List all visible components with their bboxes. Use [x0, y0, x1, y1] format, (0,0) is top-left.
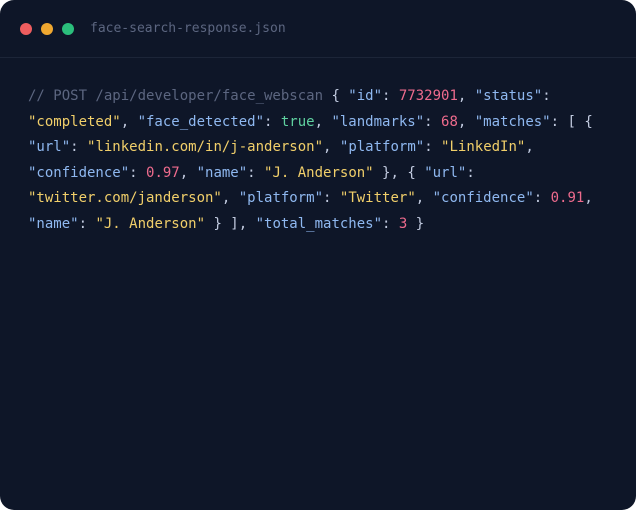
code-token-number: 68 — [441, 113, 458, 130]
code-token-string: "completed" — [28, 113, 121, 130]
code-token-string: "LinkedIn" — [441, 139, 526, 155]
code-token-key: "platform" — [339, 139, 425, 155]
code-token-punctuation: , — [415, 190, 433, 206]
code-token-key: "landmarks" — [331, 113, 425, 130]
code-token-key: "id" — [348, 88, 383, 104]
code-token-punctuation: , — [457, 88, 475, 104]
code-token-comment: // POST /api/developer/face_webscan — [28, 88, 332, 104]
code-token-key: "matches" — [474, 113, 551, 130]
code-token-string: "linkedin.com/in/j-anderson" — [87, 139, 324, 155]
code-token-key: "status" — [474, 88, 543, 104]
code-token-punctuation: : — [70, 139, 88, 155]
code-token-punctuation: } — [407, 215, 425, 232]
code-token-punctuation: , — [525, 139, 543, 155]
code-token-punctuation: , — [584, 190, 602, 206]
code-token-punctuation: , — [457, 113, 475, 130]
code-token-key: "url" — [424, 164, 467, 181]
code-token-punctuation: : — [424, 139, 442, 155]
code-token-string: "J. Anderson" — [95, 215, 206, 232]
code-token-punctuation: : — [78, 215, 96, 232]
code-token-punctuation: , — [179, 164, 197, 181]
code-token-key: "total_matches" — [255, 215, 383, 232]
code-token-boolean: true — [280, 113, 315, 130]
code-token-number: 7732901 — [398, 88, 458, 104]
code-token-punctuation: : — [382, 88, 399, 104]
code-token-punctuation: , — [120, 113, 138, 130]
code-token-punctuation: : — [247, 164, 265, 181]
code-token-number: 0.91 — [550, 190, 585, 206]
code-token-key: "platform" — [238, 190, 324, 206]
code-token-punctuation: : — [129, 164, 147, 181]
code-token-string: "J. Anderson" — [264, 164, 374, 181]
code-token-key: "confidence" — [432, 190, 534, 206]
code-token-number: 0.97 — [146, 164, 180, 181]
code-token-punctuation: : — [542, 88, 560, 104]
window-titlebar: face-search-response.json — [0, 0, 636, 58]
maximize-dot-icon[interactable] — [62, 23, 74, 35]
code-token-punctuation: : — [424, 113, 442, 130]
code-token-punctuation: : — [323, 190, 340, 206]
code-token-punctuation: , — [323, 139, 340, 155]
code-token-punctuation: , — [314, 113, 332, 130]
code-token-punctuation: } ], — [205, 215, 256, 232]
code-token-key: "name" — [196, 164, 248, 181]
minimize-dot-icon[interactable] — [41, 23, 53, 35]
code-token-punctuation: { — [331, 88, 349, 104]
code-block: // POST /api/developer/face_webscan { "i… — [28, 84, 613, 237]
code-token-key: "url" — [28, 139, 71, 155]
code-token-punctuation: : — [382, 215, 399, 232]
code-token-punctuation: : — [264, 113, 281, 130]
code-token-string: "twitter.com/janderson" — [28, 190, 222, 206]
code-token-key: "face_detected" — [137, 113, 265, 130]
file-name: face-search-response.json — [90, 21, 286, 36]
code-window: face-search-response.json // POST /api/d… — [0, 0, 636, 510]
code-token-punctuation: : — [466, 164, 484, 181]
code-token-string: "Twitter" — [339, 190, 416, 206]
code-token-punctuation: }, { — [373, 164, 425, 181]
code-token-key: "name" — [28, 215, 79, 232]
code-token-punctuation: : — [533, 190, 551, 206]
code-token-key: "confidence" — [28, 164, 130, 181]
code-token-punctuation: , — [221, 190, 239, 206]
close-dot-icon[interactable] — [20, 23, 32, 35]
code-token-punctuation: : [ { — [550, 113, 602, 130]
